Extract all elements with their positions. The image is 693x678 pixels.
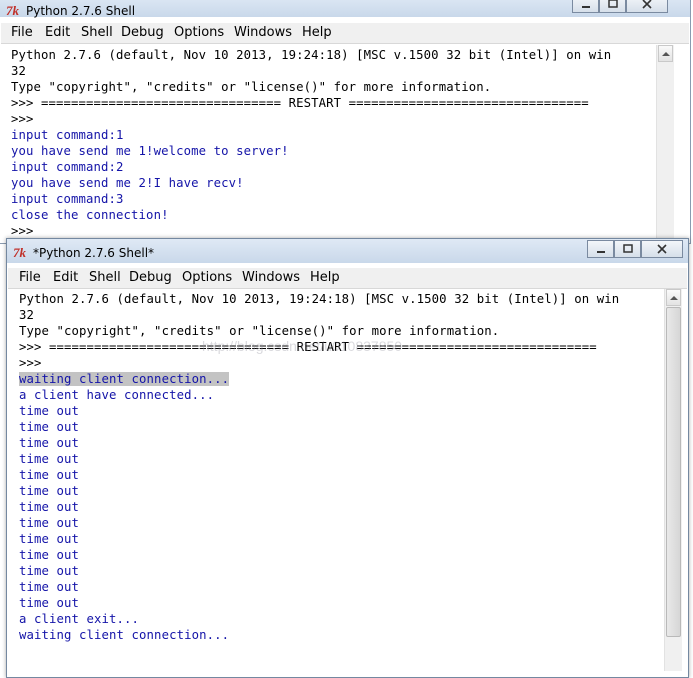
minimize-icon (596, 251, 605, 253)
shell-output-line: time out (19, 564, 80, 578)
shell-output-line: time out (19, 516, 80, 530)
scroll-up-button[interactable] (666, 289, 681, 306)
shell-output-line: >>> (11, 224, 34, 238)
arrow-up-icon (669, 295, 678, 300)
menu-windows[interactable]: Windows (234, 25, 292, 41)
shell-output-line: Type "copyright", "credits" or "license(… (19, 324, 500, 338)
menu-file[interactable]: File (19, 270, 41, 286)
window-title: *Python 2.7.6 Shell* (33, 246, 155, 260)
shell-output-line: >>> ================================ RES… (11, 96, 589, 110)
close-icon (657, 244, 667, 254)
shell-output-line: time out (19, 580, 80, 594)
shell-output-line: time out (19, 548, 80, 562)
minimize-button[interactable] (572, 0, 599, 13)
shell-output-line: input command:2 (11, 160, 124, 174)
restore-icon (607, 0, 618, 8)
watermark-text: http://blog.csdn.net/u010837850 (202, 338, 403, 354)
shell-output-line: time out (19, 436, 80, 450)
shell-output-line: waiting client connection... (19, 628, 230, 642)
shell-output-line: Python 2.7.6 (default, Nov 10 2013, 19:2… (19, 292, 620, 306)
shell-output-line: Python 2.7.6 (default, Nov 10 2013, 19:2… (11, 48, 612, 62)
menu-help[interactable]: Help (302, 25, 332, 41)
shell-output-line: a client exit... (19, 612, 140, 626)
shell-output-line: waiting client connection... (19, 371, 230, 387)
shell-output-line: time out (19, 404, 80, 418)
shell-output-line: time out (19, 484, 80, 498)
shell-output-line: input command:3 (11, 192, 124, 206)
close-icon (642, 0, 652, 9)
shell-output-line: 32 (11, 64, 27, 78)
close-button[interactable] (641, 240, 683, 258)
shell-output-line: >>> (11, 112, 34, 126)
menu-options[interactable]: Options (182, 270, 232, 286)
minimize-button[interactable] (587, 240, 614, 258)
shell-output-line: time out (19, 452, 80, 466)
menu-edit[interactable]: Edit (53, 270, 78, 286)
menu-debug[interactable]: Debug (121, 25, 164, 41)
shell-text-area[interactable]: Python 2.7.6 (default, Nov 10 2013, 19:2… (11, 47, 655, 243)
window-controls (587, 240, 683, 258)
svg-text:7k: 7k (13, 245, 27, 260)
menu-debug[interactable]: Debug (129, 270, 172, 286)
python-idle-icon: 7k (6, 3, 20, 18)
scroll-thumb[interactable] (666, 307, 681, 637)
vertical-scrollbar[interactable] (656, 45, 674, 243)
window-controls (572, 0, 668, 13)
title-bar[interactable]: 7k *Python 2.7.6 Shell* (7, 239, 688, 263)
python-idle-icon: 7k (13, 245, 27, 260)
shell-output-line: close the connection! (11, 208, 169, 222)
shell-output-line: time out (19, 596, 80, 610)
svg-text:7k: 7k (6, 3, 20, 18)
vertical-scrollbar[interactable] (664, 289, 682, 671)
maximize-button[interactable] (599, 0, 626, 13)
menu-bar: File Edit Shell Debug Options Windows He… (1, 23, 689, 44)
selected-text: waiting client connection... (19, 372, 230, 386)
window-title: Python 2.7.6 Shell (26, 4, 136, 18)
shell-output-line: >>> (19, 356, 42, 370)
close-button[interactable] (626, 0, 668, 13)
maximize-button[interactable] (614, 240, 641, 258)
shell-output-line: time out (19, 500, 80, 514)
shell-output-line: time out (19, 532, 80, 546)
shell-window-front[interactable]: 7k *Python 2.7.6 Shell* File Edit Shell … (6, 238, 689, 678)
shell-output-line: 32 (19, 308, 35, 322)
shell-output-line: time out (19, 468, 80, 482)
shell-window-back[interactable]: 7k Python 2.7.6 Shell File Edit Shell De… (0, 0, 691, 244)
shell-output-line: time out (19, 420, 80, 434)
menu-shell[interactable]: Shell (81, 25, 113, 41)
menu-bar: File Edit Shell Debug Options Windows He… (8, 268, 687, 289)
menu-options[interactable]: Options (174, 25, 224, 41)
shell-output-line: input command:1 (11, 128, 124, 142)
restore-icon (622, 244, 633, 253)
shell-output-line: you have send me 2!I have recv! (11, 176, 244, 190)
shell-output-line: Type "copyright", "credits" or "license(… (11, 80, 492, 94)
shell-output-line: a client have connected... (19, 388, 215, 402)
menu-shell[interactable]: Shell (89, 270, 121, 286)
menu-edit[interactable]: Edit (45, 25, 70, 41)
scroll-up-button[interactable] (658, 45, 673, 62)
menu-windows[interactable]: Windows (242, 270, 300, 286)
menu-help[interactable]: Help (310, 270, 340, 286)
minimize-icon (581, 6, 590, 8)
shell-output-line: you have send me 1!welcome to server! (11, 144, 289, 158)
menu-file[interactable]: File (11, 25, 33, 41)
arrow-up-icon (661, 51, 670, 56)
